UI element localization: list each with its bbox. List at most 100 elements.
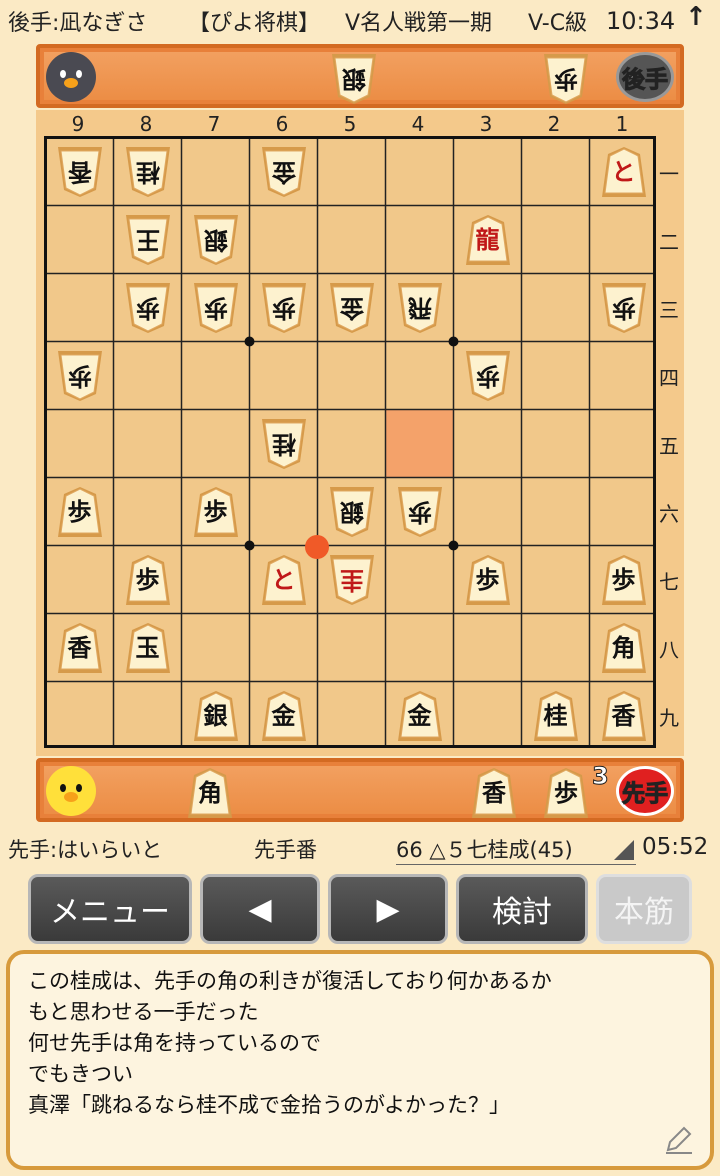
board-grid[interactable]: 香桂金と王銀龍歩歩歩金飛歩歩歩桂歩歩銀歩歩と圭歩歩香玉角銀金金桂香 bbox=[44, 136, 656, 748]
class-name: V-C級 bbox=[528, 11, 588, 36]
piece-char: 歩 bbox=[67, 497, 92, 526]
event-name: V名人戦第一期 bbox=[345, 11, 493, 36]
piece-char: 歩 bbox=[135, 293, 160, 322]
board-piece[interactable]: 歩 bbox=[600, 281, 648, 335]
board-piece[interactable]: 玉 bbox=[124, 621, 172, 675]
gote-hand-panel: 銀 歩 後手 bbox=[36, 44, 684, 108]
board-piece[interactable]: 歩 bbox=[192, 485, 240, 539]
board-piece[interactable]: 桂 bbox=[260, 417, 308, 471]
board-piece[interactable]: 歩 bbox=[56, 485, 104, 539]
elapsed-time: 05:52 bbox=[642, 834, 709, 860]
star-point bbox=[448, 540, 459, 551]
board-piece[interactable]: 香 bbox=[56, 145, 104, 199]
board-piece[interactable]: 歩 bbox=[260, 281, 308, 335]
sente-hand-piece[interactable]: 角 bbox=[186, 766, 234, 820]
status-bar: 後手:凪なぎさ 【ぴよ将棋】 V名人戦第一期 V-C級 10:34 ↑ bbox=[0, 0, 720, 42]
piece-char: 龍 bbox=[475, 225, 500, 254]
piece-char: 歩 bbox=[67, 361, 92, 390]
board-piece[interactable]: 歩 bbox=[56, 349, 104, 403]
board-piece[interactable]: 金 bbox=[396, 689, 444, 743]
piece-char: 桂 bbox=[271, 429, 296, 458]
file-label: 1 bbox=[615, 112, 629, 136]
piece-char: 角 bbox=[198, 779, 222, 807]
piece-char: 角 bbox=[611, 633, 636, 662]
piece-char: 歩 bbox=[611, 565, 636, 594]
board-piece[interactable]: 角 bbox=[600, 621, 648, 675]
board-piece[interactable]: 飛 bbox=[396, 281, 444, 335]
pencil-icon[interactable] bbox=[662, 1122, 696, 1156]
board-piece[interactable]: 龍 bbox=[464, 213, 512, 267]
rank-label: 三 bbox=[659, 298, 679, 322]
piece-char: 桂 bbox=[543, 701, 568, 730]
board-piece[interactable]: 銀 bbox=[192, 689, 240, 743]
analyze-button[interactable]: 検討 bbox=[456, 874, 588, 944]
board-piece[interactable]: 歩 bbox=[124, 281, 172, 335]
board-piece[interactable]: 歩 bbox=[464, 349, 512, 403]
board-piece[interactable]: 香 bbox=[56, 621, 104, 675]
gote-hand-piece[interactable]: 銀 bbox=[330, 52, 378, 106]
hand-piece-count: 3 bbox=[592, 762, 610, 791]
piece-char: 金 bbox=[271, 157, 296, 186]
piece-char: 歩 bbox=[475, 565, 500, 594]
board-piece[interactable]: 歩 bbox=[600, 553, 648, 607]
piece-char: と bbox=[271, 565, 296, 594]
piece-char: 銀 bbox=[339, 497, 364, 526]
up-arrow-icon: ↑ bbox=[685, 2, 707, 32]
board-piece[interactable]: 歩 bbox=[396, 485, 444, 539]
star-point bbox=[244, 336, 255, 347]
rank-label: 九 bbox=[659, 706, 679, 730]
gote-player-name: 後手:凪なぎさ bbox=[8, 11, 148, 36]
move-select[interactable]: 66 △５七桂成(45) bbox=[396, 834, 636, 865]
board-piece[interactable]: 王 bbox=[124, 213, 172, 267]
gote-avatar bbox=[46, 52, 96, 102]
rank-label: 五 bbox=[659, 434, 679, 458]
piece-char: 金 bbox=[339, 293, 364, 322]
board-piece[interactable]: 圭 bbox=[328, 553, 376, 607]
piece-char: 王 bbox=[135, 225, 160, 254]
file-label: 8 bbox=[139, 112, 153, 136]
sente-badge: 先手 bbox=[616, 766, 674, 816]
board-piece[interactable]: 桂 bbox=[124, 145, 172, 199]
prev-move-button[interactable]: ◀ bbox=[200, 874, 320, 944]
board-piece[interactable]: 金 bbox=[260, 145, 308, 199]
piece-char: 香 bbox=[611, 701, 636, 730]
file-label: 3 bbox=[479, 112, 493, 136]
dropdown-icon[interactable] bbox=[614, 840, 634, 860]
piece-char: 歩 bbox=[475, 361, 500, 390]
sente-hand-piece[interactable]: 歩 bbox=[542, 766, 590, 820]
clock-time: 10:34 bbox=[606, 7, 676, 35]
file-label: 9 bbox=[71, 112, 85, 136]
turn-indicator: 先手番 bbox=[254, 838, 317, 862]
rank-label: 六 bbox=[659, 502, 679, 526]
board-piece[interactable]: 歩 bbox=[124, 553, 172, 607]
piece-char: 歩 bbox=[611, 293, 636, 322]
board-piece[interactable]: と bbox=[260, 553, 308, 607]
file-label: 6 bbox=[275, 112, 289, 136]
star-point bbox=[448, 336, 459, 347]
board-piece[interactable]: 金 bbox=[328, 281, 376, 335]
gote-hand-piece[interactable]: 歩 bbox=[542, 52, 590, 106]
file-label: 5 bbox=[343, 112, 357, 136]
piece-char: 銀 bbox=[203, 701, 228, 730]
board-piece[interactable]: 金 bbox=[260, 689, 308, 743]
board-piece[interactable]: 桂 bbox=[532, 689, 580, 743]
board-piece[interactable]: 香 bbox=[600, 689, 648, 743]
board-piece[interactable]: 歩 bbox=[192, 281, 240, 335]
board-piece[interactable]: と bbox=[600, 145, 648, 199]
comment-line: もと思わせる一手だった bbox=[28, 1000, 259, 1024]
comment-line: 何せ先手は角を持っているので bbox=[28, 1031, 321, 1055]
board-piece[interactable]: 歩 bbox=[464, 553, 512, 607]
menu-button[interactable]: メニュー bbox=[28, 874, 192, 944]
piece-char: 玉 bbox=[135, 633, 160, 662]
file-label: 2 bbox=[547, 112, 561, 136]
piece-char: 飛 bbox=[407, 293, 432, 322]
next-move-button[interactable]: ▶ bbox=[328, 874, 448, 944]
board-piece[interactable]: 銀 bbox=[328, 485, 376, 539]
board-piece[interactable]: 銀 bbox=[192, 213, 240, 267]
file-label: 7 bbox=[207, 112, 221, 136]
comment-line: この桂成は、先手の角の利きが復活しており何かあるか bbox=[28, 969, 552, 993]
shogi-board: 987654321 一二三四五六七八九 香桂金と王銀龍歩歩歩金飛歩歩歩桂歩歩銀歩… bbox=[36, 110, 684, 756]
piece-char: 歩 bbox=[271, 293, 296, 322]
piece-char: と bbox=[611, 157, 636, 186]
sente-hand-piece[interactable]: 香 bbox=[470, 766, 518, 820]
